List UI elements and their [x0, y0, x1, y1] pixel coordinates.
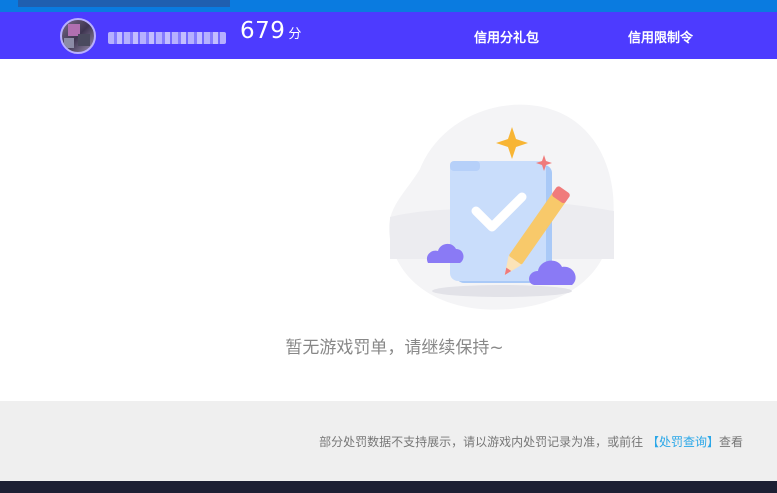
footer: 部分处罚数据不支持展示，请以游戏内处罚记录为准，或前往 【处罚查询】查看 [0, 401, 777, 481]
avatar-pixel [78, 34, 90, 46]
empty-message: 暂无游戏罚单，请继续保持~ [285, 338, 504, 358]
penalty-query-link[interactable]: 【处罚查询】 [647, 435, 719, 449]
illustration-shadow [432, 285, 572, 297]
top-strip-tab [18, 0, 230, 7]
credit-score-value: 679 [240, 18, 286, 44]
credit-score-unit: 分 [288, 27, 302, 42]
credit-score: 679 分 [240, 18, 301, 50]
top-strip [0, 0, 777, 12]
empty-record-illustration [388, 104, 614, 310]
nav-credit-gift[interactable]: 信用分礼包 [474, 27, 539, 46]
nav-credit-limit[interactable]: 信用限制令 [628, 27, 693, 46]
main-content: 暂无游戏罚单，请继续保持~ [0, 59, 777, 401]
footer-note: 部分处罚数据不支持展示，请以游戏内处罚记录为准，或前往 【处罚查询】查看 [319, 433, 743, 450]
document-card-tab [450, 161, 480, 171]
footer-note-prefix: 部分处罚数据不支持展示，请以游戏内处罚记录为准，或前往 [319, 435, 644, 449]
bottom-bar [0, 481, 777, 493]
header-bar: 679 分 信用分礼包 信用限制令 [0, 12, 777, 59]
username-blurred [108, 32, 226, 44]
footer-note-suffix: 查看 [718, 435, 743, 449]
avatar-pixel [64, 38, 74, 48]
avatar[interactable] [60, 18, 96, 54]
